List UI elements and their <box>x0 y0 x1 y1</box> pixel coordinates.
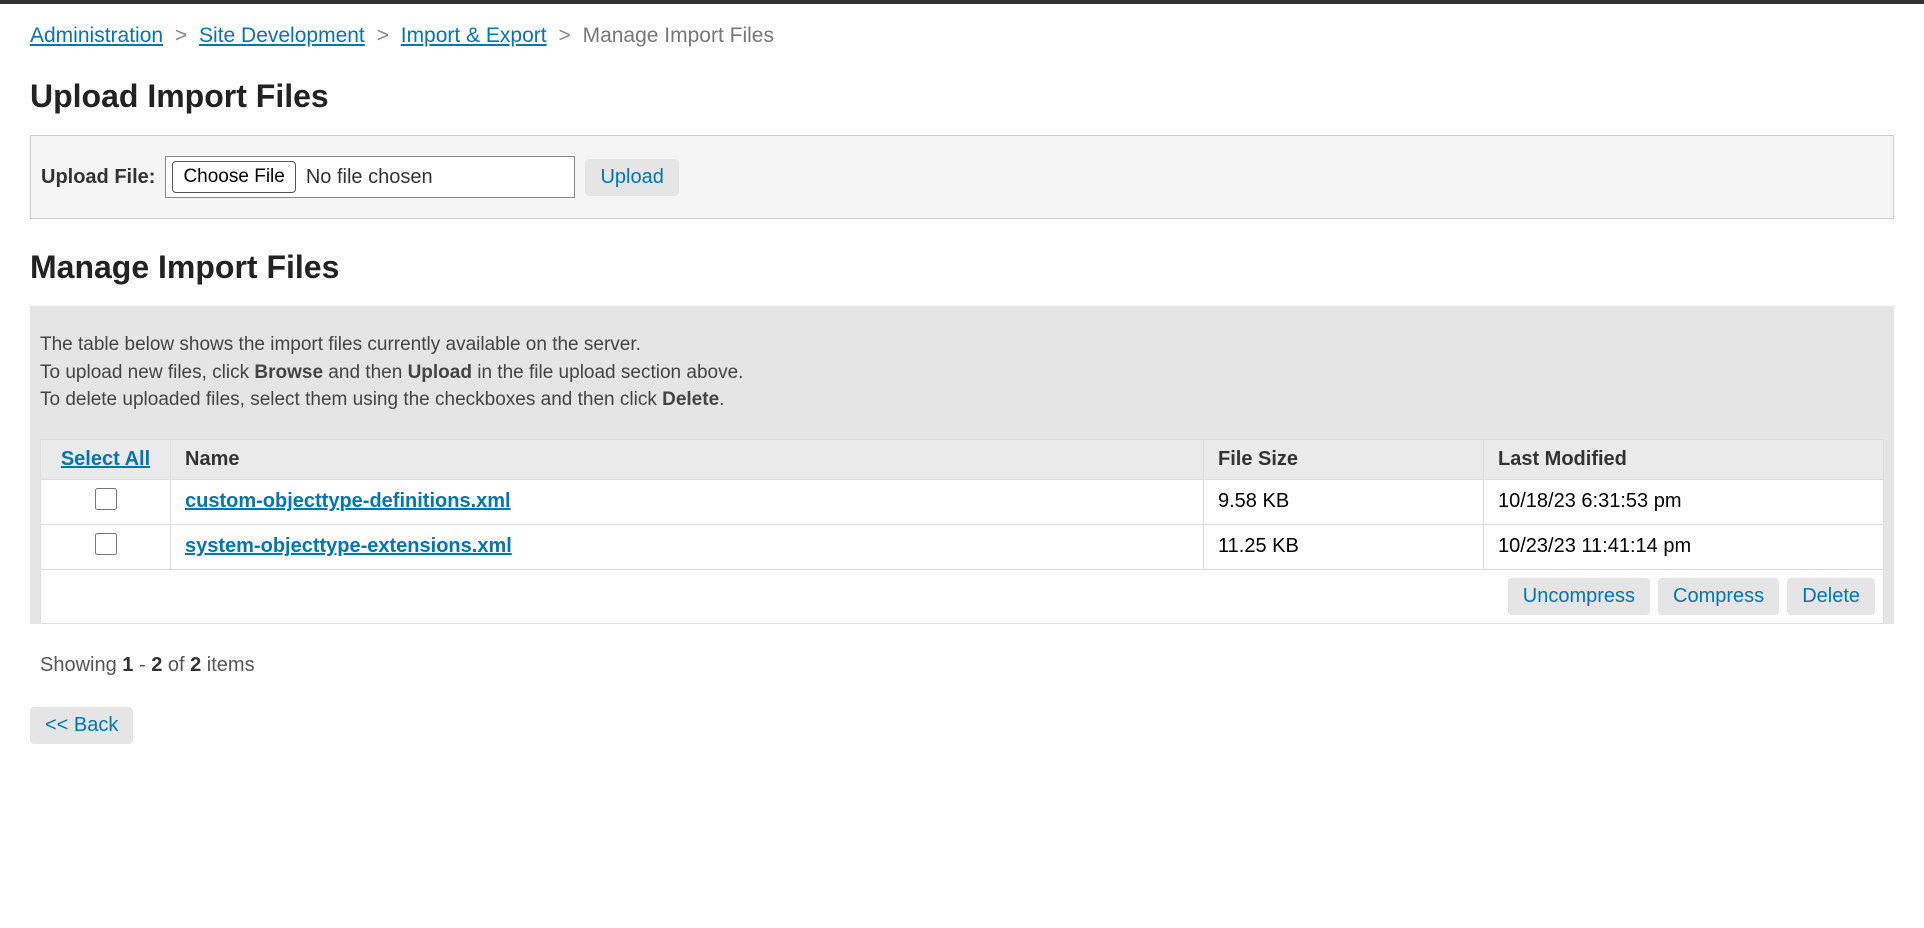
column-header-size: File Size <box>1204 439 1484 479</box>
breadcrumb-current: Manage Import Files <box>583 24 774 47</box>
upload-heading: Upload Import Files <box>30 78 1894 115</box>
breadcrumb-separator: > <box>558 24 570 47</box>
table-row: system-objecttype-extensions.xml 11.25 K… <box>41 524 1884 569</box>
file-link[interactable]: custom-objecttype-definitions.xml <box>185 490 511 512</box>
instructions-box: The table below shows the import files c… <box>30 306 1894 624</box>
instructions-text: The table below shows the import files c… <box>40 331 1884 414</box>
column-header-modified: Last Modified <box>1484 439 1884 479</box>
breadcrumb-separator: > <box>377 24 389 47</box>
breadcrumb-link-administration[interactable]: Administration <box>30 24 163 47</box>
file-modified: 10/18/23 6:31:53 pm <box>1484 479 1884 524</box>
upload-file-label: Upload File: <box>41 166 155 189</box>
manage-heading: Manage Import Files <box>30 249 1894 286</box>
choose-file-button[interactable]: Choose File <box>172 161 295 193</box>
file-size: 11.25 KB <box>1204 524 1484 569</box>
row-checkbox[interactable] <box>95 533 117 555</box>
breadcrumb: Administration > Site Development > Impo… <box>30 24 1894 48</box>
breadcrumb-separator: > <box>175 24 187 47</box>
row-checkbox[interactable] <box>95 488 117 510</box>
delete-button[interactable]: Delete <box>1787 578 1875 615</box>
breadcrumb-link-site-development[interactable]: Site Development <box>199 24 365 47</box>
file-input[interactable]: Choose File No file chosen <box>165 156 575 198</box>
table-row: custom-objecttype-definitions.xml 9.58 K… <box>41 479 1884 524</box>
table-actions: Uncompress Compress Delete <box>40 570 1884 624</box>
file-link[interactable]: system-objecttype-extensions.xml <box>185 535 512 557</box>
column-header-name: Name <box>171 439 1204 479</box>
compress-button[interactable]: Compress <box>1658 578 1779 615</box>
file-size: 9.58 KB <box>1204 479 1484 524</box>
breadcrumb-link-import-export[interactable]: Import & Export <box>401 24 547 47</box>
file-modified: 10/23/23 11:41:14 pm <box>1484 524 1884 569</box>
no-file-chosen-text: No file chosen <box>306 166 433 189</box>
select-all-link[interactable]: Select All <box>61 448 150 470</box>
paging-info: Showing 1 - 2 of 2 items <box>40 654 1894 677</box>
upload-box: Upload File: Choose File No file chosen … <box>30 135 1894 219</box>
back-button[interactable]: << Back <box>30 707 133 744</box>
uncompress-button[interactable]: Uncompress <box>1508 578 1650 615</box>
upload-button[interactable]: Upload <box>585 159 678 196</box>
import-files-table: Select All Name File Size Last Modified … <box>40 439 1884 570</box>
